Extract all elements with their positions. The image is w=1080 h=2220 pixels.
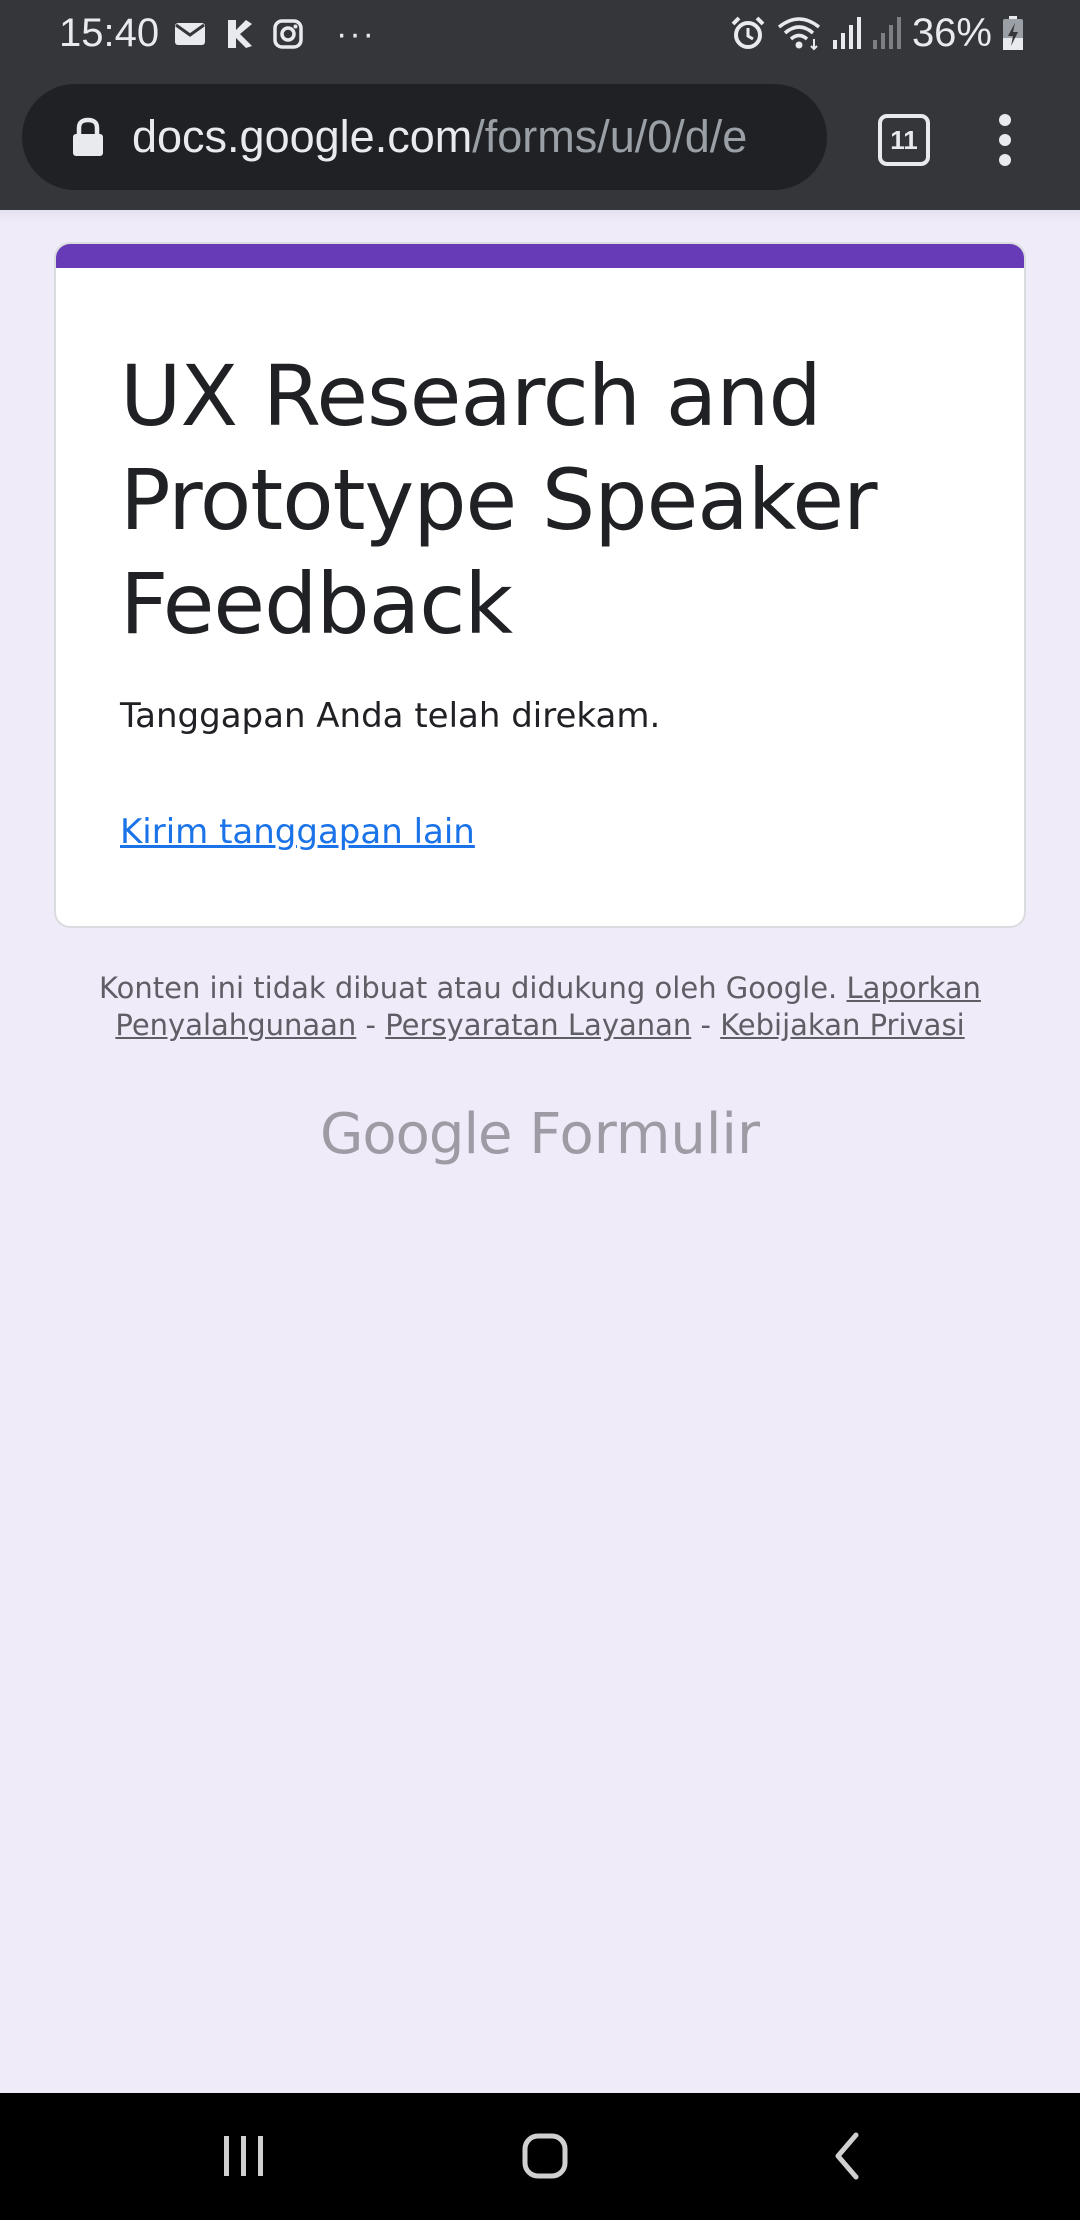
- notification-icons: ···: [174, 14, 376, 54]
- tab-switcher-icon[interactable]: 11: [878, 114, 930, 166]
- brand-google: Google: [320, 1102, 512, 1167]
- brand-product: Formulir: [529, 1102, 760, 1167]
- disclaimer-text: Konten ini tidak dibuat atau didukung ol…: [99, 971, 838, 1005]
- url-text[interactable]: docs.google.com/forms/u/0/d/e: [132, 84, 822, 190]
- footer-separator: -: [365, 1008, 376, 1042]
- footer-separator: -: [700, 1008, 711, 1042]
- status-time: 15:40: [59, 11, 160, 55]
- google-forms-logo[interactable]: Google Formulir: [0, 1100, 1080, 1170]
- address-bar[interactable]: docs.google.com/forms/u/0/d/e: [22, 84, 827, 190]
- battery-charging-icon: [1003, 16, 1023, 50]
- signal-icon: [832, 17, 861, 49]
- back-icon[interactable]: [812, 2123, 882, 2189]
- form-card: UX Research and Prototype Speaker Feedba…: [54, 242, 1026, 928]
- app-icon: [228, 20, 252, 48]
- wifi-icon: [777, 17, 821, 51]
- home-icon[interactable]: [510, 2123, 580, 2189]
- submit-another-response-link[interactable]: Kirim tanggapan lain: [120, 810, 475, 854]
- terms-link[interactable]: Persyaratan Layanan: [385, 1008, 691, 1042]
- signal-weak-icon: [872, 17, 901, 49]
- navigation-bar: [0, 2093, 1080, 2220]
- more-dots-icon: ···: [336, 15, 376, 53]
- instagram-icon: [273, 19, 303, 49]
- battery-percent: 36%: [911, 11, 992, 55]
- privacy-link[interactable]: Kebijakan Privasi: [720, 1008, 964, 1042]
- recent-apps-icon[interactable]: [208, 2123, 278, 2189]
- page-top-shadow: [0, 210, 1080, 222]
- alarm-icon: [731, 16, 765, 49]
- footer-disclaimer: Konten ini tidak dibuat atau didukung ol…: [90, 970, 990, 1044]
- form-title: UX Research and Prototype Speaker Feedba…: [120, 347, 878, 653]
- overflow-menu-icon[interactable]: [990, 112, 1020, 168]
- status-bar: 15:40 ··· 36%: [0, 0, 1080, 68]
- url-host: docs.google.com: [132, 111, 473, 162]
- browser-toolbar: docs.google.com/forms/u/0/d/e 11: [0, 68, 1080, 210]
- mail-icon: [175, 23, 205, 45]
- lock-icon[interactable]: [70, 117, 106, 157]
- card-accent-bar: [56, 244, 1024, 268]
- system-icons: 36%: [730, 8, 1024, 58]
- url-path: /forms/u/0/d/e: [472, 111, 748, 162]
- confirmation-message: Tanggapan Anda telah direkam.: [120, 696, 661, 736]
